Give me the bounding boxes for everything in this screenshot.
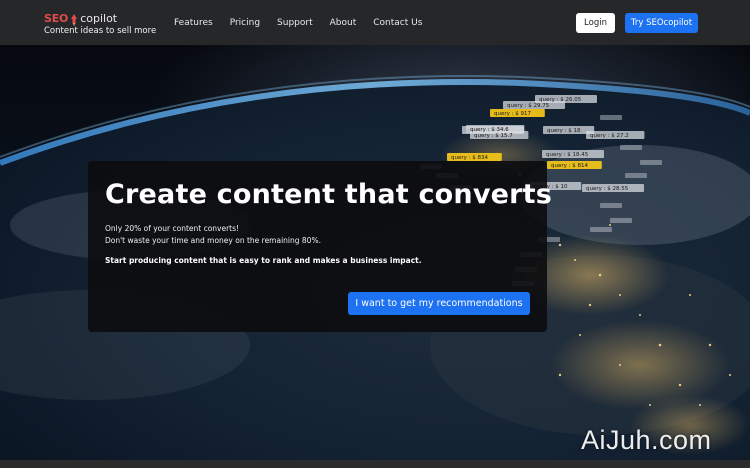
nav-link-pricing[interactable]: Pricing	[230, 18, 260, 28]
svg-text:query : $ 18: query : $ 18	[547, 128, 581, 134]
hero-text-line-2: Don't waste your time and money on the r…	[105, 236, 321, 245]
logo: SEO copilot	[44, 9, 164, 26]
nav-link-contact-us[interactable]: Contact Us	[373, 18, 422, 28]
hero-card: Create content that converts Only 20% of…	[88, 161, 553, 332]
query-tag: query : $ 28.55	[582, 184, 644, 192]
brand-logo[interactable]: SEO copilot Content ideas to sell more	[44, 9, 164, 36]
svg-text:query : $ 28.55: query : $ 28.55	[586, 186, 629, 192]
svg-text:query : $ 917: query : $ 917	[494, 111, 531, 117]
query-tag: query : $ 917	[490, 109, 545, 117]
logo-seo-text: SEO	[44, 12, 69, 25]
svg-text:query : $ 814: query : $ 814	[551, 163, 588, 169]
nav-actions: Login Try SEOcopilot	[576, 12, 698, 33]
svg-text:query : $ 15.7: query : $ 15.7	[474, 133, 513, 139]
svg-text:query : $ 26.05: query : $ 26.05	[539, 97, 582, 103]
top-navbar: SEO copilot Content ideas to sell more F…	[0, 0, 750, 45]
nav-link-about[interactable]: About	[330, 18, 357, 28]
try-seocopilot-button[interactable]: Try SEOcopilot	[625, 12, 698, 33]
hero-title: Create content that converts	[105, 179, 553, 210]
query-tag: query : $ 814	[547, 161, 602, 169]
query-tag: query : $ 34.6	[466, 125, 525, 133]
watermark: AiJuh.com	[581, 425, 712, 455]
hero-text-line-1: Only 20% of your content converts!	[105, 224, 240, 233]
brand-tagline: Content ideas to sell more	[44, 26, 157, 36]
svg-text:query : $ 18.45: query : $ 18.45	[546, 152, 589, 158]
nav-link-support[interactable]: Support	[277, 18, 313, 28]
nav-link-features[interactable]: Features	[174, 18, 213, 28]
query-tag: query : $ 834	[447, 153, 502, 161]
login-button[interactable]: Login	[576, 12, 615, 33]
query-tag: query : $ 18.45	[542, 150, 604, 158]
hero-text-strong: Start producing content that is easy to …	[105, 256, 422, 265]
svg-text:query : $ 34.6: query : $ 34.6	[470, 127, 509, 133]
query-tag: query : $ 26.05	[535, 95, 597, 103]
get-recommendations-button[interactable]: I want to get my recommendations	[348, 292, 530, 315]
svg-text:query : $ 27.2: query : $ 27.2	[590, 133, 629, 139]
rocket-icon	[71, 14, 78, 26]
query-tag: query : $ 27.2	[586, 131, 645, 139]
svg-text:query : $ 29.75: query : $ 29.75	[507, 103, 550, 109]
bottom-bar	[0, 460, 750, 468]
logo-copilot-text: copilot	[80, 12, 118, 25]
main-nav: Features Pricing Support About Contact U…	[174, 18, 439, 28]
